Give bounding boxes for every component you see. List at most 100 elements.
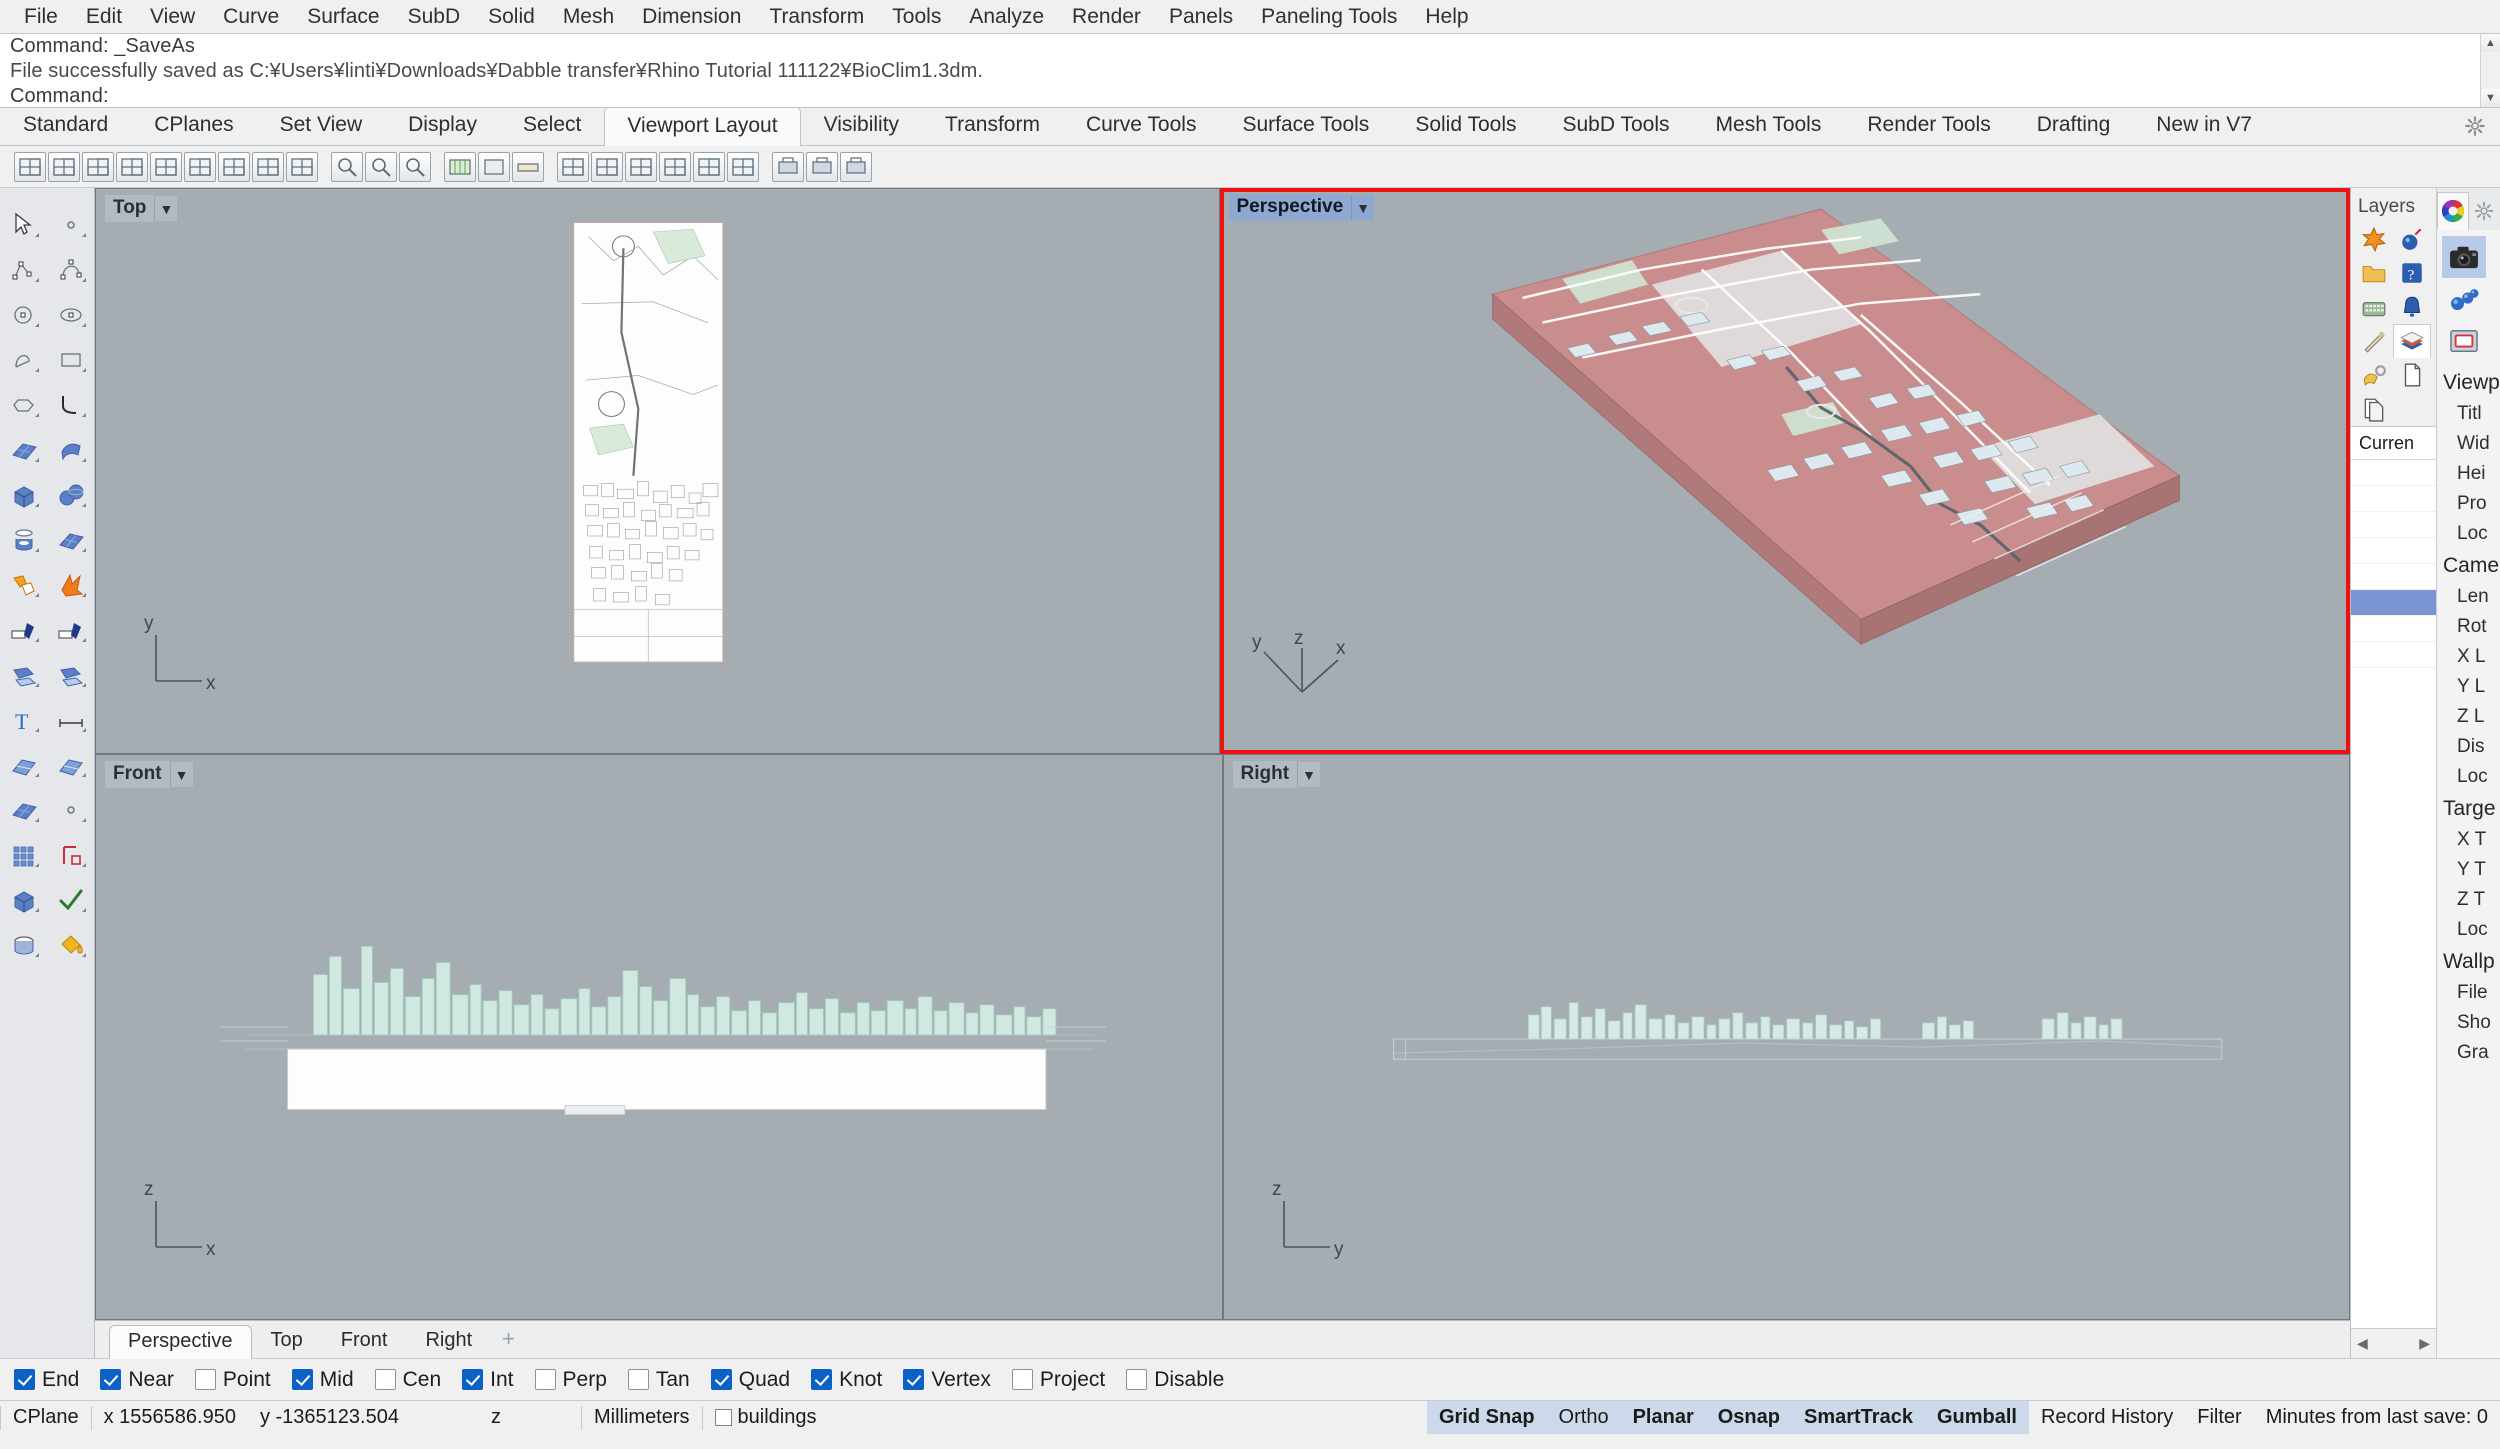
status-toggle-smarttrack[interactable]: SmartTrack: [1791, 1401, 1925, 1434]
layers-panel-footer[interactable]: ◀ ▶: [2351, 1328, 2436, 1358]
chevron-down-icon[interactable]: ▼: [154, 196, 178, 221]
layer-row[interactable]: [2351, 538, 2436, 564]
new-layer-icon[interactable]: [2355, 222, 2393, 256]
rectangle-icon[interactable]: [47, 337, 94, 382]
scroll-right-icon[interactable]: ▶: [2419, 1335, 2430, 1352]
cap-icon[interactable]: [0, 922, 47, 967]
explode-icon[interactable]: [47, 562, 94, 607]
viewport-arrange-icon[interactable]: [286, 151, 318, 182]
extrude-solid-icon[interactable]: [0, 877, 47, 922]
box-icon[interactable]: [0, 472, 47, 517]
viewport-single-icon[interactable]: [14, 151, 46, 182]
menu-item-surface[interactable]: Surface: [293, 2, 393, 32]
print-icon[interactable]: [772, 151, 804, 182]
viewport-right-label[interactable]: Right ▼: [1232, 761, 1321, 788]
polyline-icon[interactable]: [0, 247, 47, 292]
menu-item-edit[interactable]: Edit: [72, 2, 136, 32]
toolbar-tab-surface-tools[interactable]: Surface Tools: [1219, 106, 1392, 145]
checkbox-icon[interactable]: [1126, 1369, 1148, 1390]
ellipse-icon[interactable]: [47, 292, 94, 337]
properties-field-file[interactable]: File: [2437, 978, 2500, 1008]
viewport-tab-right[interactable]: Right: [406, 1324, 491, 1358]
select-arrow-icon[interactable]: [0, 202, 47, 247]
status-toggle-grid-snap[interactable]: Grid Snap: [1426, 1401, 1547, 1434]
toolbar-tab-set-view[interactable]: Set View: [257, 106, 386, 145]
offset-icon[interactable]: [47, 652, 94, 697]
command-scrollbar[interactable]: ▲ ▼: [2480, 34, 2500, 107]
maximize-viewport-icon[interactable]: [625, 151, 657, 182]
layer-row[interactable]: [2351, 486, 2436, 512]
viewport-frame-icon[interactable]: [2442, 320, 2486, 362]
properties-field-x-l[interactable]: X L: [2437, 642, 2500, 672]
dimension-icon[interactable]: [47, 697, 94, 742]
checkbox-icon[interactable]: [534, 1369, 556, 1390]
viewport-top[interactable]: Top ▼ y x: [95, 188, 1220, 754]
arc-icon[interactable]: [47, 247, 94, 292]
surface-from-curves-icon[interactable]: [0, 427, 47, 472]
properties-field-hei[interactable]: Hei: [2437, 459, 2500, 489]
point-icon[interactable]: [47, 202, 94, 247]
viewport-right-label-text[interactable]: Right: [1232, 761, 1298, 788]
checkbox-icon[interactable]: [374, 1369, 396, 1390]
scale-icon[interactable]: [47, 832, 94, 877]
viewport-tab-perspective[interactable]: Perspective: [109, 1325, 252, 1359]
scroll-down-arrow[interactable]: ▼: [2481, 89, 2500, 107]
render-mesh-icon[interactable]: [2442, 278, 2486, 320]
viewport-tab-top[interactable]: Top: [252, 1324, 322, 1358]
properties-field-y-t[interactable]: Y T: [2437, 855, 2500, 885]
osnap-vertex[interactable]: Vertex: [903, 1368, 991, 1392]
checkbox-icon[interactable]: [100, 1369, 122, 1390]
layer-visibility-checkbox[interactable]: [714, 1409, 732, 1426]
toolbar-tab-new-in-v7[interactable]: New in V7: [2133, 106, 2275, 145]
checkbox-icon[interactable]: [811, 1369, 833, 1390]
layer-settings-icon[interactable]: [2355, 358, 2393, 392]
menu-item-panels[interactable]: Panels: [1155, 2, 1247, 32]
properties-field-z-t[interactable]: Z T: [2437, 885, 2500, 915]
menu-item-tools[interactable]: Tools: [878, 2, 955, 32]
viewport-split-v-icon[interactable]: [48, 151, 80, 182]
viewport-two-h-icon[interactable]: [218, 151, 250, 182]
toolbar-tab-render-tools[interactable]: Render Tools: [1844, 106, 2013, 145]
toolbar-tab-drafting[interactable]: Drafting: [2014, 106, 2134, 145]
command-prompt[interactable]: Command:: [0, 84, 2500, 107]
viewport-perspective[interactable]: Perspective ▼ y z x: [1219, 188, 2350, 754]
properties-tab-settings[interactable]: [2469, 192, 2500, 230]
toolbar-tab-curve-tools[interactable]: Curve Tools: [1063, 106, 1220, 145]
menu-item-mesh[interactable]: Mesh: [549, 2, 628, 32]
viewport-front-label-text[interactable]: Front: [105, 761, 170, 788]
array-icon[interactable]: [0, 832, 47, 877]
circle-icon[interactable]: [0, 292, 47, 337]
menu-item-analyze[interactable]: Analyze: [955, 2, 1058, 32]
osnap-knot[interactable]: Knot: [811, 1368, 882, 1392]
viewport-two-v-icon[interactable]: [252, 151, 284, 182]
status-toggle-ortho[interactable]: Ortho: [1546, 1401, 1621, 1434]
viewport-right[interactable]: Right ▼ z y: [1222, 754, 2350, 1320]
chevron-down-icon[interactable]: ▼: [1297, 762, 1321, 787]
properties-field-dis[interactable]: Dis: [2437, 732, 2500, 762]
page-icon[interactable]: [2393, 358, 2431, 392]
ruler-icon[interactable]: [512, 151, 544, 182]
toolbar-tab-display[interactable]: Display: [385, 106, 500, 145]
status-toggle-osnap[interactable]: Osnap: [1705, 1401, 1792, 1434]
viewport-perspective-label[interactable]: Perspective ▼: [1228, 194, 1375, 221]
camera-icon[interactable]: [2442, 236, 2486, 278]
menu-item-dimension[interactable]: Dimension: [628, 2, 755, 32]
new-viewport-icon[interactable]: [557, 151, 589, 182]
cylinder-icon[interactable]: [0, 517, 47, 562]
osnap-mid[interactable]: Mid: [291, 1368, 354, 1392]
layer-row[interactable]: [2351, 616, 2436, 642]
zoom-selected-icon[interactable]: [399, 151, 431, 182]
gear-icon[interactable]: [2464, 115, 2486, 137]
point-cloud-icon[interactable]: [47, 787, 94, 832]
eyedropper-icon[interactable]: [2355, 324, 2393, 358]
properties-field-sho[interactable]: Sho: [2437, 1008, 2500, 1038]
checkbox-icon[interactable]: [291, 1369, 313, 1390]
osnap-perp[interactable]: Perp: [534, 1368, 607, 1392]
properties-field-loc[interactable]: Loc: [2437, 762, 2500, 792]
layer-row[interactable]: [2351, 512, 2436, 538]
layers-stack-icon[interactable]: [2393, 324, 2431, 358]
osnap-tan[interactable]: Tan: [627, 1368, 690, 1392]
properties-tab-color[interactable]: [2437, 192, 2469, 230]
viewport-perspective-label-text[interactable]: Perspective: [1228, 194, 1352, 221]
zoom-window-icon[interactable]: [365, 151, 397, 182]
